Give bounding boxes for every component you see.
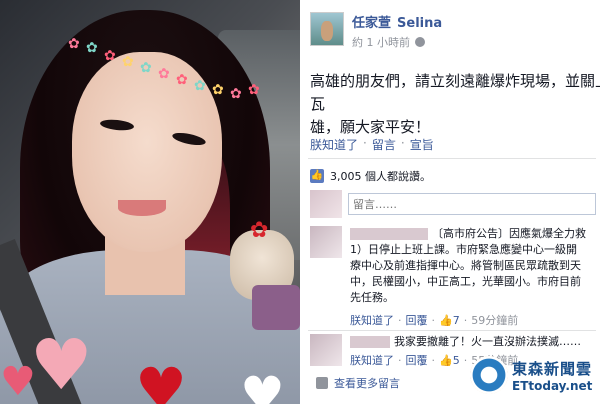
comment-like-link[interactable]: 朕知道了 <box>350 312 394 328</box>
commenter-avatar[interactable] <box>310 226 342 258</box>
post-body: 高雄的朋友們，請立刻遠離爆炸現場，並關上瓦 雄，願大家平安！ <box>310 72 600 136</box>
separator: · <box>431 353 436 367</box>
comment-like-count[interactable]: 7 <box>453 314 460 327</box>
post-header: 任家萱 Selina 約 1 小時前 <box>310 12 442 50</box>
divider <box>308 330 596 331</box>
separator: · <box>400 136 405 150</box>
divider <box>308 158 596 159</box>
comment-input[interactable] <box>348 193 596 215</box>
watermark: 東森新聞雲 ETtoday.net <box>470 356 592 394</box>
watermark-text: 東森新聞雲 ETtoday.net <box>512 358 592 393</box>
bag <box>252 285 300 330</box>
svg-text:✿: ✿ <box>176 72 188 88</box>
post-meta: 任家萱 Selina 約 1 小時前 <box>352 12 442 50</box>
svg-text:✿: ✿ <box>68 36 80 52</box>
comment-text: 〔高市府公告〕因應氣爆全力救 1）日停止上班上課。市府緊急應變中心一級開 療中心… <box>350 226 596 306</box>
svg-text:✿: ✿ <box>140 60 152 76</box>
separator: · <box>398 313 402 327</box>
svg-text:✿: ✿ <box>86 40 98 56</box>
post-timestamp[interactable]: 約 1 小時前 <box>352 34 410 50</box>
svg-text:✿: ✿ <box>230 86 242 102</box>
watermark-cn: 東森新聞雲 <box>512 359 593 378</box>
globe-icon <box>415 37 425 47</box>
comment-item: 〔高市府公告〕因應氣爆全力救 1）日停止上班上課。市府緊急應變中心一級開 療中心… <box>310 226 596 306</box>
commenter-name-blurred[interactable] <box>350 336 390 348</box>
author-avatar[interactable] <box>310 12 344 46</box>
thumbs-up-icon: 👍 <box>310 169 324 183</box>
heart-sticker-icon: ♥ <box>135 355 187 404</box>
heart-sticker-icon: ♥ <box>240 366 285 404</box>
svg-text:✿: ✿ <box>212 82 224 98</box>
comment-time[interactable]: 59分鐘前 <box>471 312 518 328</box>
separator: · <box>463 353 468 367</box>
svg-text:✿: ✿ <box>104 48 116 64</box>
comment-meta: 朕知道了 · 回覆 · 👍 7 · 59分鐘前 <box>350 312 518 328</box>
svg-text:✿: ✿ <box>122 54 134 70</box>
comment-like-link[interactable]: 朕知道了 <box>350 352 394 368</box>
author-name-en[interactable]: Selina <box>397 16 442 31</box>
post-time-row: 約 1 小時前 <box>352 34 442 50</box>
see-more-comments[interactable]: 查看更多留言 <box>316 375 400 391</box>
svg-text:✿: ✿ <box>194 78 206 94</box>
ettoday-logo-icon <box>470 356 508 394</box>
author-name-row[interactable]: 任家萱 Selina <box>352 12 442 31</box>
viewer-avatar <box>310 190 342 218</box>
post-panel: 任家萱 Selina 約 1 小時前 高雄的朋友們，請立刻遠離爆炸現場，並關上瓦 … <box>304 0 600 404</box>
bow-icon: ✿ <box>250 218 269 243</box>
comment-bubble-icon <box>316 377 328 389</box>
thumbs-up-icon: 👍 <box>439 353 453 367</box>
comment-box <box>310 190 596 218</box>
reply-link[interactable]: 回覆 <box>406 352 428 368</box>
post-actions: 朕知道了 · 留言 · 宣旨 <box>310 136 434 153</box>
commenter-avatar[interactable] <box>310 334 342 366</box>
commenter-name-blurred[interactable] <box>350 228 428 240</box>
see-more-label[interactable]: 查看更多留言 <box>334 375 400 391</box>
comment-like-count[interactable]: 5 <box>453 354 460 367</box>
like-link[interactable]: 朕知道了 <box>310 136 358 153</box>
thumbs-up-icon: 👍 <box>439 313 453 327</box>
comment-link[interactable]: 留言 <box>372 136 396 153</box>
watermark-en: ETtoday.net <box>512 378 593 393</box>
svg-text:✿: ✿ <box>248 82 260 98</box>
author-name[interactable]: 任家萱 <box>352 16 391 31</box>
share-link[interactable]: 宣旨 <box>410 136 434 153</box>
post-photo[interactable]: ✿ ✿ ✿ ✿ ✿ ✿ ✿ ✿ ✿ ✿ ✿ ✿ ♥ ♥ ♥ ♥ <box>0 0 300 404</box>
comment-body: 我家要撤離了！火一直沒辦法撲滅…… <box>394 335 581 348</box>
heart-sticker-icon: ♥ <box>30 324 93 404</box>
likes-text[interactable]: 3,005 個人都說讚。 <box>330 168 431 184</box>
flower-crown-icon: ✿ ✿ ✿ ✿ ✿ ✿ ✿ ✿ ✿ ✿ ✿ <box>68 36 260 102</box>
separator: · <box>363 136 367 150</box>
separator: · <box>398 353 402 367</box>
likes-summary[interactable]: 👍 3,005 個人都說讚。 <box>310 168 431 184</box>
separator: · <box>431 313 436 327</box>
lips <box>118 200 166 216</box>
separator: · <box>463 313 468 327</box>
reply-link[interactable]: 回覆 <box>406 312 428 328</box>
svg-text:✿: ✿ <box>158 66 170 82</box>
